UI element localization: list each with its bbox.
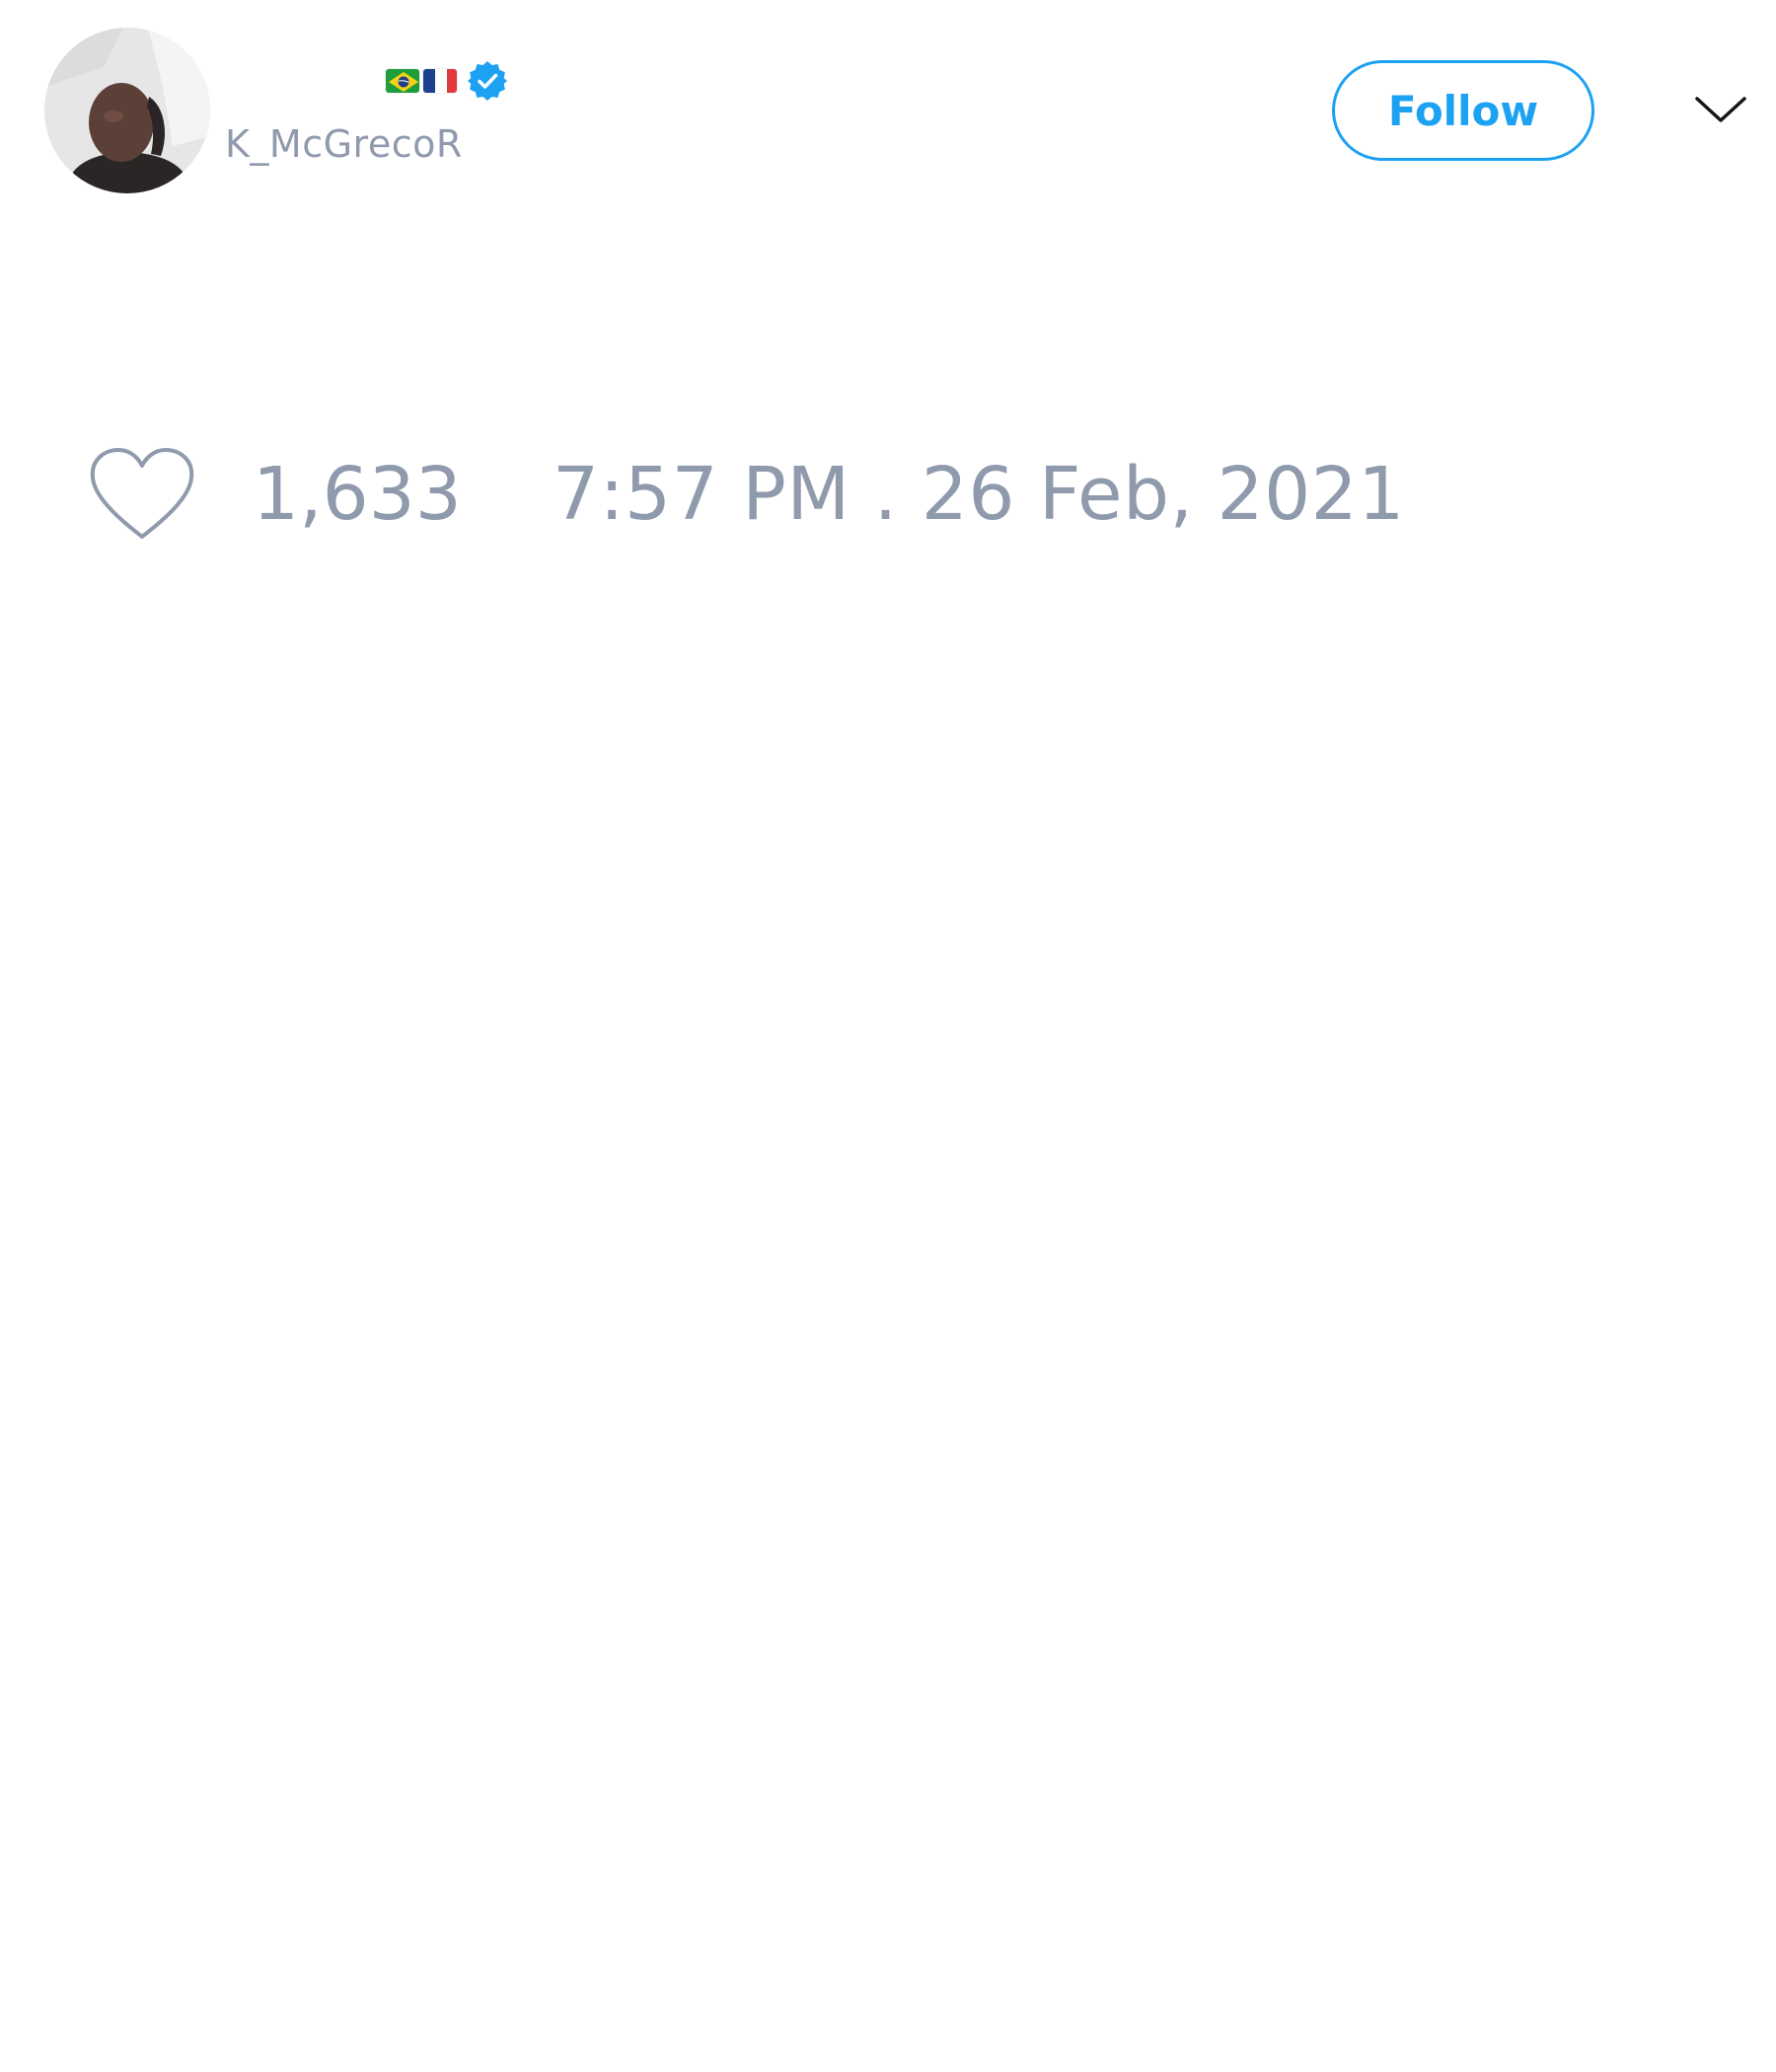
heart-icon[interactable] xyxy=(87,446,197,545)
verified-badge-icon xyxy=(466,59,509,103)
tweet-timestamp[interactable]: 7:57 PM . 26 Feb, 2021 xyxy=(553,452,1405,537)
user-handle[interactable]: K_McGrecoR xyxy=(225,122,463,166)
flags xyxy=(385,68,458,94)
france-flag-icon xyxy=(422,68,458,94)
tweet-card: K_McGrecoR Follow 1,633 7:57 PM . 26 Feb… xyxy=(0,0,1776,2072)
like-count: 1,633 xyxy=(253,452,462,537)
profile-photo xyxy=(44,28,210,193)
avatar[interactable] xyxy=(44,28,210,193)
brazil-flag-icon xyxy=(385,68,420,94)
chevron-down-icon[interactable] xyxy=(1691,89,1750,128)
follow-button[interactable]: Follow xyxy=(1332,60,1594,161)
name-row xyxy=(227,53,509,109)
